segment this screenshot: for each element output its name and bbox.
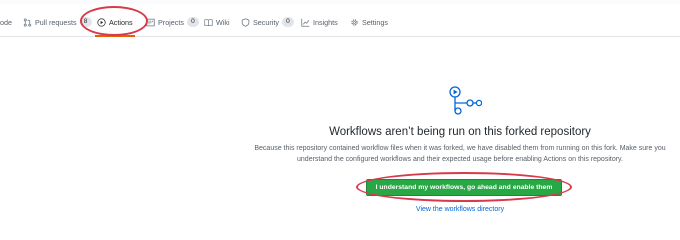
tab-projects-label: Projects [158, 17, 184, 27]
tab-actions-label: Actions [109, 17, 133, 27]
view-workflows-link[interactable]: View the workflows directory [240, 206, 680, 213]
tab-wiki[interactable]: Wiki [204, 8, 230, 36]
tab-settings-label: Settings [362, 17, 388, 27]
tab-settings[interactable]: Settings [350, 8, 388, 36]
empty-state-description: Because this repository contained workfl… [254, 145, 666, 163]
tab-wiki-label: Wiki [216, 17, 230, 27]
tab-projects[interactable]: Projects 0 [146, 8, 199, 36]
empty-state-title: Workflows aren’t being run on this forke… [329, 126, 591, 138]
repo-nav-tabs: ode Pull requests 8 Actions Projects 0 W… [0, 8, 680, 37]
workflow-icon [449, 86, 482, 115]
tab-insights-label: Insights [313, 17, 338, 27]
tab-pull-requests-label: Pull requests [35, 17, 77, 27]
pull-request-icon [23, 17, 32, 27]
pull-requests-count: 8 [79, 17, 92, 27]
tab-code-label: ode [0, 17, 12, 27]
tab-insights[interactable]: Insights [301, 8, 338, 36]
book-icon [204, 18, 213, 26]
tab-actions[interactable]: Actions [95, 8, 135, 37]
tab-security[interactable]: Security 0 [241, 8, 294, 36]
page-header-strip [0, 0, 680, 4]
shield-icon [241, 17, 250, 27]
play-icon [97, 17, 106, 27]
project-icon [146, 18, 155, 26]
gear-icon [351, 18, 358, 26]
tab-security-label: Security [253, 17, 279, 27]
graph-icon [301, 18, 310, 27]
tab-code[interactable]: ode [0, 8, 12, 36]
security-count: 0 [281, 17, 294, 27]
tab-pull-requests[interactable]: Pull requests 8 [23, 8, 92, 36]
projects-count: 0 [186, 17, 199, 27]
enable-workflows-button[interactable]: I understand my workflows, go ahead and … [366, 179, 562, 196]
